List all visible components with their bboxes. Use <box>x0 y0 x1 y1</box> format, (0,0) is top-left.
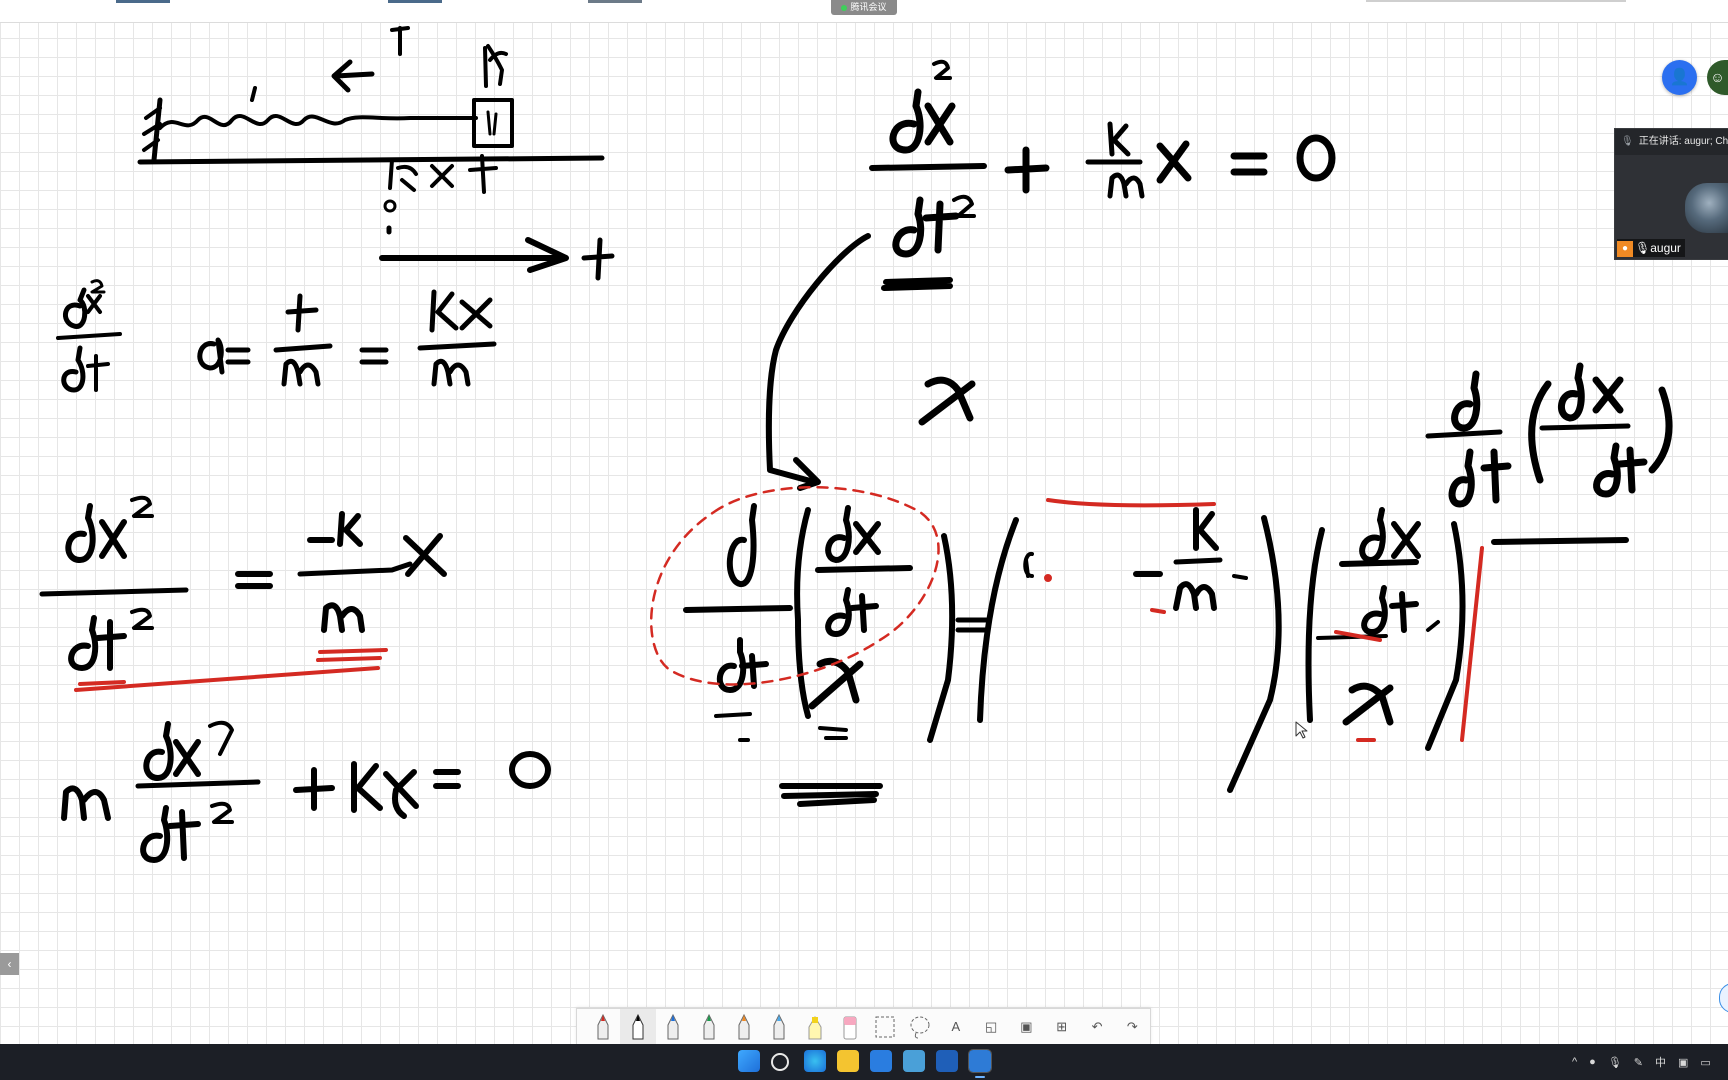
meeting-badge[interactable]: 腾讯会议 <box>831 0 897 15</box>
screen-thumbnail[interactable] <box>588 0 642 3</box>
speaker-avatar <box>1685 183 1728 233</box>
spring-mass-diagram <box>137 26 615 281</box>
speaker-name-tag: ● 🎙augur <box>1617 239 1685 257</box>
mouse-cursor <box>1295 721 1308 739</box>
mic-small-icon: 🎙 <box>1635 241 1651 255</box>
black-pen-tool[interactable] <box>620 1008 656 1045</box>
image-tool[interactable]: ▣ <box>1009 1009 1044 1045</box>
participant-avatar-icon: ☺ <box>1710 69 1725 85</box>
search-icon[interactable] <box>771 1053 789 1071</box>
lasso-icon <box>910 1016 930 1038</box>
ruler-tool[interactable] <box>868 1009 903 1045</box>
drawing-toolbar: A ◱ ▣ ⊞ ↶ ↷ <box>576 1008 1151 1045</box>
whiteboard-app-icon[interactable] <box>936 1050 958 1072</box>
app-tray-icon[interactable]: ● <box>1589 1056 1596 1068</box>
meeting-status-icon <box>841 4 848 11</box>
start-icon[interactable] <box>738 1050 760 1072</box>
store-icon[interactable] <box>870 1050 892 1072</box>
top-right-strip <box>1366 0 1626 2</box>
blue-pen-icon <box>667 1013 679 1039</box>
user-icon: 👤 <box>1669 69 1690 86</box>
image-icon: ▣ <box>1020 1018 1033 1034</box>
lightblue-pen-tool[interactable] <box>762 1009 797 1045</box>
collapse-left-button[interactable]: ‹ <box>0 953 19 975</box>
member-button[interactable]: 👤 <box>1662 60 1697 95</box>
undo-icon: ↶ <box>1091 1018 1103 1034</box>
red-pen-icon <box>597 1013 609 1039</box>
eraser-icon <box>843 1016 857 1039</box>
derivative-expression <box>1425 362 1673 545</box>
speaker-panel[interactable]: 🎙 正在讲话: augur; Ch ● 🎙augur <box>1614 128 1728 260</box>
shape-icon: ◱ <box>984 1018 998 1034</box>
active-app-indicator <box>975 1076 985 1078</box>
red-underline <box>74 648 388 692</box>
black-pen-icon <box>632 1013 644 1039</box>
differential-equation <box>869 59 1336 291</box>
eraser-tool[interactable] <box>832 1009 867 1045</box>
screen-thumbnail[interactable] <box>116 0 170 3</box>
pen-icon[interactable]: ✎ <box>1634 1056 1643 1069</box>
green-pen-icon <box>703 1013 715 1039</box>
red-pen-tool[interactable] <box>585 1009 620 1045</box>
windows-taskbar: ^ ● 🎙 ✎ 中 ▣ ▭ <box>0 1044 1728 1080</box>
oscillator-equation <box>61 720 551 863</box>
state-variable-x <box>918 376 976 426</box>
insert-tool[interactable]: ⊞ <box>1044 1009 1079 1045</box>
redo-icon: ↷ <box>1126 1018 1138 1034</box>
notification-icon[interactable]: ▭ <box>1700 1056 1710 1069</box>
acceleration-equation <box>56 279 497 393</box>
matrix-equation <box>683 503 1466 807</box>
shape-tool[interactable]: ◱ <box>973 1009 1008 1045</box>
text-tool[interactable]: A <box>938 1009 973 1045</box>
speaking-status: 🎙 正在讲话: augur; Ch <box>1615 129 1728 155</box>
edge-browser-icon[interactable] <box>804 1050 826 1072</box>
ruler-icon <box>875 1016 895 1037</box>
top-bar: 腾讯会议 <box>0 0 1728 23</box>
chevron-left-icon: ‹ <box>7 957 12 971</box>
screen-thumbnail[interactable] <box>388 0 442 3</box>
newton-equation <box>39 495 447 671</box>
highlighter-icon <box>808 1015 822 1039</box>
meeting-badge-label: 腾讯会议 <box>850 2 887 12</box>
highlighter-tool[interactable] <box>797 1009 832 1045</box>
system-tray: ^ ● 🎙 ✎ 中 ▣ ▭ <box>1566 1044 1717 1080</box>
arrow-curve <box>765 233 871 491</box>
text-icon: A <box>951 1019 961 1034</box>
ime-indicator[interactable]: 中 <box>1655 1054 1666 1070</box>
insert-icon: ⊞ <box>1056 1018 1068 1034</box>
input-method-icon[interactable]: ▣ <box>1678 1056 1688 1069</box>
redo-tool[interactable]: ↷ <box>1115 1009 1150 1045</box>
blue-pen-tool[interactable] <box>656 1009 691 1045</box>
photos-icon[interactable] <box>903 1050 925 1072</box>
chevron-up-icon[interactable]: ^ <box>1572 1056 1577 1068</box>
speaker-name: augur <box>1650 241 1681 255</box>
whiteboard-canvas[interactable] <box>0 22 1728 1044</box>
file-explorer-icon[interactable] <box>837 1050 859 1072</box>
user-badge-icon: ● <box>1617 240 1633 257</box>
lasso-tool[interactable] <box>903 1009 938 1045</box>
orange-pen-icon <box>738 1013 750 1039</box>
microphone-icon[interactable]: 🎙 <box>1608 1056 1622 1069</box>
green-pen-tool[interactable] <box>691 1009 726 1045</box>
mic-icon: 🎙 <box>1621 136 1634 147</box>
lightblue-pen-icon <box>773 1013 785 1039</box>
speaking-status-text: 正在讲话: augur; Ch <box>1638 136 1728 147</box>
undo-tool[interactable]: ↶ <box>1079 1009 1114 1045</box>
orange-pen-tool[interactable] <box>726 1009 761 1045</box>
meeting-app-icon[interactable] <box>968 1049 992 1073</box>
